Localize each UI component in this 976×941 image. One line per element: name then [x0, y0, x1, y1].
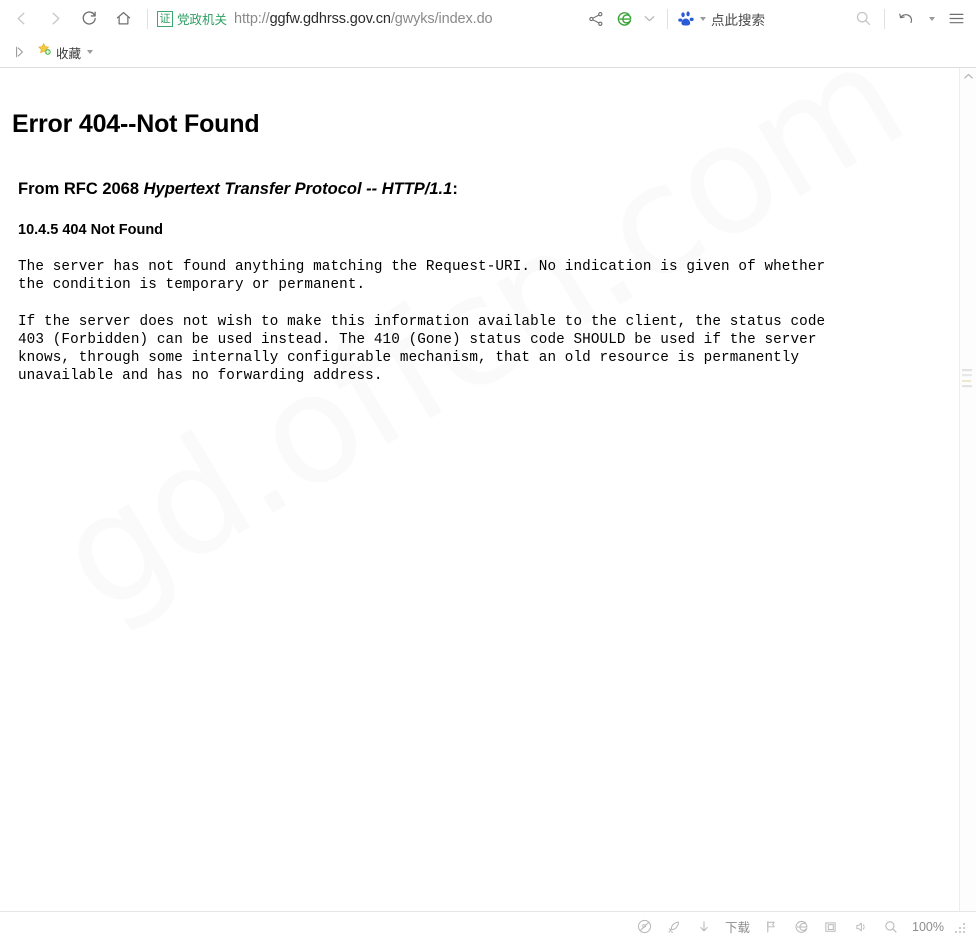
- sidebar-toggle-icon: [16, 46, 23, 58]
- zoom-level-label[interactable]: 100%: [906, 920, 950, 934]
- ie-compat-icon: [795, 920, 807, 933]
- url-host: ggfw.gdhrss.gov.cn: [269, 10, 391, 27]
- bookmarks-bar: 收藏: [0, 37, 976, 99]
- ie-compatibility-button[interactable]: [610, 5, 638, 33]
- error-page: Error 404--Not Found From RFC 2068 Hyper…: [0, 68, 959, 386]
- search-hint-label: 点此搜索: [711, 12, 765, 29]
- resize-grip[interactable]: [954, 920, 968, 934]
- page-scrollbar[interactable]: [959, 68, 976, 911]
- toolbar-divider-3: [884, 8, 885, 29]
- back-arrow-icon: [17, 12, 24, 25]
- back-button[interactable]: [4, 4, 38, 34]
- rfc-suffix: :: [452, 180, 458, 198]
- favorites-button[interactable]: 收藏: [32, 41, 98, 63]
- star-add-icon: [37, 42, 52, 62]
- status-find-button[interactable]: [876, 915, 906, 939]
- chevron-down-icon: [929, 16, 935, 21]
- sidebar-toggle-button[interactable]: [8, 41, 32, 63]
- chevron-down-icon: [644, 16, 654, 22]
- flag-icon: [767, 920, 775, 933]
- reload-icon: [82, 11, 96, 25]
- adblock-icon: [637, 919, 651, 934]
- gov-badge-label: 党政机关: [177, 12, 228, 27]
- scrollbar-find-marker-icon: [962, 369, 972, 388]
- url-scheme: http://: [234, 10, 270, 27]
- share-button[interactable]: [582, 5, 610, 33]
- download-label[interactable]: 下载: [719, 915, 756, 939]
- url-path: /gwyks/index.do: [390, 10, 493, 27]
- ie-compat-status-button[interactable]: [786, 915, 816, 939]
- rfc-reference-heading: From RFC 2068 Hypertext Transfer Protoco…: [18, 180, 945, 199]
- volume-button[interactable]: [846, 915, 876, 939]
- url-text[interactable]: http://ggfw.gdhrss.gov.cn/gwyks/index.do: [234, 11, 493, 27]
- flag-button[interactable]: [756, 915, 786, 939]
- find-icon: [885, 920, 897, 933]
- status-bar: 下载 100%: [0, 911, 976, 941]
- page-viewport: gd.offcn.com Error 404--Not Found From R…: [0, 68, 976, 911]
- reload-button[interactable]: [72, 4, 106, 34]
- hamburger-menu-icon: [949, 13, 963, 24]
- favorites-label: 收藏: [56, 45, 82, 61]
- main-menu-button[interactable]: [942, 5, 970, 33]
- chevron-down-icon: [87, 50, 94, 54]
- engine-dropdown-button[interactable]: [638, 5, 660, 33]
- baidu-paw-icon: [677, 9, 696, 28]
- ie-compatibility-icon: [617, 12, 631, 26]
- adblock-button[interactable]: [629, 915, 659, 939]
- toolbar-divider: [147, 8, 148, 29]
- volume-icon: [856, 922, 865, 931]
- home-button[interactable]: [106, 4, 140, 34]
- scrollbar-track[interactable]: [960, 85, 976, 911]
- download-arrow-icon: [700, 920, 708, 931]
- rfc-title-italic: Hypertext Transfer Protocol -- HTTP/1.1: [143, 180, 453, 198]
- window-split-button[interactable]: [816, 915, 846, 939]
- error-paragraph-2: If the server does not wish to make this…: [18, 313, 826, 385]
- rfc-prefix: From RFC 2068: [18, 180, 144, 198]
- toolbar-divider-2: [667, 8, 668, 29]
- search-engine-box[interactable]: 点此搜索: [675, 9, 769, 29]
- gov-verified-badge[interactable]: 证 党政机关: [157, 9, 227, 28]
- address-bar[interactable]: 证 党政机关 http://ggfw.gdhrss.gov.cn/gwyks/i…: [155, 4, 582, 34]
- share-icon: [589, 11, 603, 26]
- error-paragraph-1: The server has not found anything matchi…: [18, 259, 826, 294]
- chevron-up-icon: [963, 73, 973, 79]
- speed-rocket-icon: [668, 921, 679, 934]
- scroll-up-button[interactable]: [960, 68, 976, 85]
- browser-toolbar: 证 党政机关 http://ggfw.gdhrss.gov.cn/gwyks/i…: [0, 0, 976, 37]
- section-heading: 10.4.5 404 Not Found: [18, 222, 164, 238]
- history-dropdown-button[interactable]: [920, 5, 942, 33]
- search-icon: [856, 11, 870, 26]
- web-page-content: gd.offcn.com Error 404--Not Found From R…: [0, 68, 959, 911]
- forward-button[interactable]: [38, 4, 72, 34]
- window-split-icon: [825, 921, 836, 932]
- search-engine-caret-icon: [700, 16, 706, 21]
- page-title: Error 404--Not Found: [12, 110, 260, 138]
- forward-arrow-icon: [52, 12, 59, 25]
- download-arrow-button[interactable]: [689, 915, 719, 939]
- certificate-icon: 证: [157, 10, 173, 27]
- find-in-page-button[interactable]: [849, 5, 877, 33]
- speed-boost-button[interactable]: [659, 915, 689, 939]
- toolbar-actions: 点此搜索: [582, 5, 970, 33]
- home-icon: [116, 11, 130, 25]
- browser-window: 证 党政机关 http://ggfw.gdhrss.gov.cn/gwyks/i…: [0, 0, 976, 941]
- history-undo-icon: [899, 13, 913, 23]
- history-button[interactable]: [892, 5, 920, 33]
